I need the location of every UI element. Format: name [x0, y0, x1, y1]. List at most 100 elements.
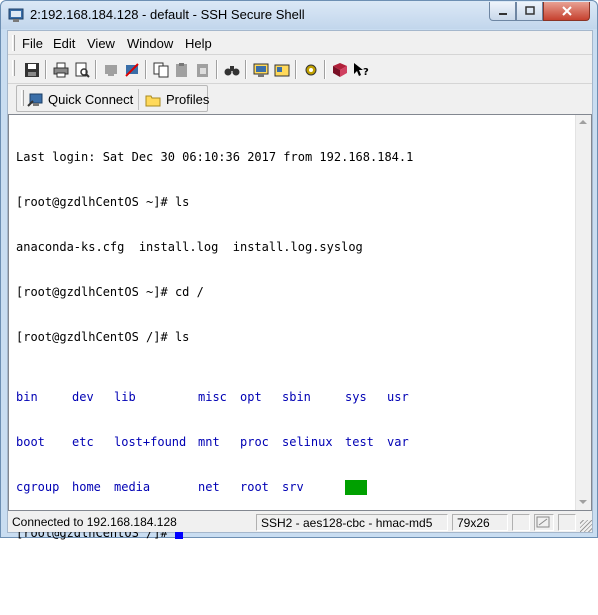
profiles-label: Profiles [166, 92, 210, 107]
menu-file[interactable]: File [22, 36, 43, 51]
status-empty-panel [512, 514, 530, 531]
cipher-status: SSH2 - aes128-cbc - hmac-md5 [256, 514, 448, 531]
quick-connect-icon [27, 93, 43, 107]
quick-connect-button[interactable]: Quick Connect [27, 89, 133, 110]
ls-entry: bin [16, 390, 38, 404]
ls-entry: lost+found [114, 435, 187, 449]
app-icon [8, 8, 24, 22]
ls-entry: mnt [198, 435, 220, 449]
ls-entry: test [345, 435, 374, 449]
vertical-scrollbar[interactable] [575, 115, 591, 510]
save-icon [24, 62, 39, 77]
close-icon [561, 6, 572, 16]
new-file-transfer-button[interactable] [271, 59, 292, 80]
new-terminal-button[interactable] [250, 59, 271, 80]
print-preview-button[interactable] [71, 59, 92, 80]
settings-icon [305, 64, 316, 75]
terminal-area[interactable]: Last login: Sat Dec 30 06:10:36 2017 fro… [8, 114, 592, 540]
paste-file-button[interactable] [192, 59, 213, 80]
new-terminal-icon [253, 63, 268, 77]
terminal-line: [root@gzdlhCentOS ~]# ls [16, 195, 190, 209]
ls-entry: var [387, 435, 409, 449]
menu-view[interactable]: View [87, 36, 115, 51]
quick-connect-bar: Quick Connect Profiles [8, 85, 592, 113]
folder-icon [145, 95, 161, 106]
status-icon-panel [534, 514, 554, 531]
ls-entry-sticky-dir: tmp [345, 480, 367, 495]
ssh-window: 2:192.168.184.128 - default - SSH Secure… [0, 0, 598, 540]
maximize-button[interactable] [516, 2, 543, 21]
toolbar: ? [8, 56, 592, 84]
toolbar-grip[interactable] [12, 60, 15, 76]
menu-edit[interactable]: Edit [53, 36, 75, 51]
quickbar-grip[interactable] [21, 90, 24, 106]
ls-entry: sys [345, 390, 367, 404]
ls-entry: srv [282, 480, 304, 494]
terminal-output: Last login: Sat Dec 30 06:10:36 2017 fro… [16, 120, 413, 570]
new-file-transfer-icon [274, 64, 289, 76]
copy-icon [153, 62, 168, 77]
ls-entry: cgroup [16, 480, 60, 494]
reconnect-icon [124, 62, 139, 77]
ls-entry: etc [72, 435, 94, 449]
ls-entry: lib [114, 390, 136, 404]
settings-button[interactable] [300, 59, 321, 80]
menu-bar: File Edit View Window Help [8, 31, 592, 55]
find-button[interactable] [221, 59, 242, 80]
ls-entry: home [72, 480, 101, 494]
copy-button[interactable] [150, 59, 171, 80]
menu-grip[interactable] [12, 35, 15, 51]
scroll-up-icon[interactable] [579, 120, 587, 124]
quick-connect-group: Quick Connect Profiles [16, 85, 209, 112]
disconnect-icon [104, 64, 117, 76]
quick-connect-label: Quick Connect [48, 92, 134, 107]
ls-entry: media [114, 480, 151, 494]
terminal-line: [root@gzdlhCentOS /]# ls [16, 330, 190, 344]
help-book-button[interactable] [329, 59, 350, 80]
terminal-line: [root@gzdlhCentOS ~]# cd / [16, 285, 204, 299]
print-icon [53, 62, 68, 77]
ls-entry: usr [387, 390, 409, 404]
ls-entry: root [240, 480, 269, 494]
resize-grip[interactable] [580, 520, 592, 532]
svg-text:?: ? [363, 67, 369, 78]
paste-file-icon [196, 63, 208, 77]
terminal-line: Last login: Sat Dec 30 06:10:36 2017 fro… [16, 150, 414, 164]
close-button[interactable] [543, 2, 590, 21]
context-help-icon: ? [353, 62, 369, 78]
ls-entry: selinux [282, 435, 333, 449]
terminal-line: anaconda-ks.cfg install.log install.log.… [16, 240, 363, 254]
menu-help[interactable]: Help [185, 36, 212, 51]
status-activity-icon [536, 516, 550, 528]
maximize-icon [524, 6, 535, 15]
paste-icon [175, 62, 187, 77]
client-area: File Edit View Window Help ? Quick Conne… [7, 30, 593, 540]
ls-entry: proc [240, 435, 269, 449]
context-help-button[interactable]: ? [350, 59, 371, 80]
profiles-button[interactable]: Profiles [138, 89, 209, 110]
ls-row: cgroup home media net root srv tmp [16, 480, 413, 495]
status-bar: Connected to 192.168.184.128 SSH2 - aes1… [8, 512, 592, 532]
ls-row: bin dev lib misc opt sbin sys usr [16, 390, 413, 405]
paste-button[interactable] [171, 59, 192, 80]
minimize-icon [498, 13, 507, 15]
ls-entry: boot [16, 435, 45, 449]
minimize-button[interactable] [489, 2, 516, 21]
ls-entry: dev [72, 390, 94, 404]
disconnect-button[interactable] [100, 59, 121, 80]
save-button[interactable] [21, 59, 42, 80]
help-book-icon [332, 62, 347, 77]
menu-window[interactable]: Window [127, 36, 173, 51]
reconnect-button[interactable] [121, 59, 142, 80]
terminal-size-status: 79x26 [452, 514, 508, 531]
ls-entry: opt [240, 390, 262, 404]
ls-entry: sbin [282, 390, 311, 404]
ls-row: boot etc lost+found mnt proc selinux tes… [16, 435, 413, 450]
connection-status: Connected to 192.168.184.128 [12, 515, 177, 529]
window-title: 2:192.168.184.128 - default - SSH Secure… [30, 7, 305, 22]
print-button[interactable] [50, 59, 71, 80]
status-empty-panel-2 [558, 514, 576, 531]
scroll-down-icon[interactable] [579, 500, 587, 504]
title-bar[interactable]: 2:192.168.184.128 - default - SSH Secure… [1, 1, 597, 29]
ls-entry: misc [198, 390, 227, 404]
